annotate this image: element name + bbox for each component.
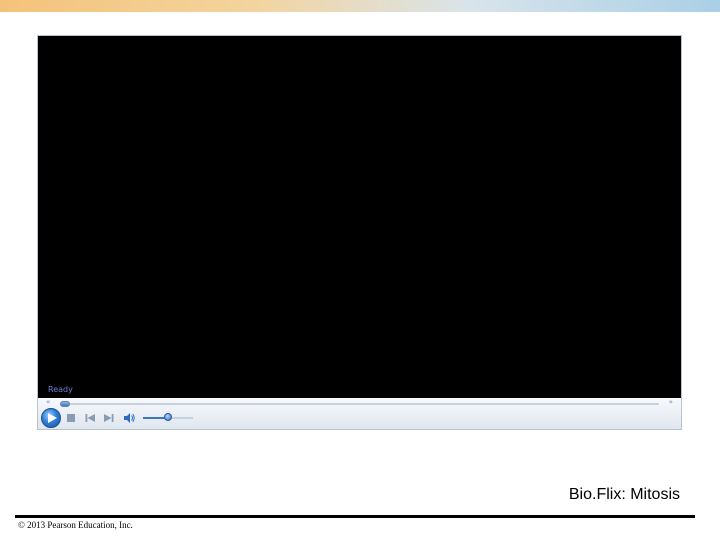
video-player: Ready « » [37,35,682,430]
seek-bar-thumb[interactable] [60,401,70,407]
skip-previous-icon[interactable] [84,412,96,424]
player-status-text: Ready [48,385,73,394]
play-icon [48,413,57,423]
top-decorative-band [0,0,720,12]
slide-title: Bio.Flix: Mitosis [568,486,680,503]
seek-bar-track[interactable] [60,403,659,405]
play-button[interactable] [41,408,61,428]
footer-divider [15,515,695,518]
seek-forward-icon[interactable]: » [669,398,673,406]
speaker-icon[interactable] [123,412,135,424]
video-display[interactable]: Ready [38,36,681,398]
skip-next-icon[interactable] [103,412,115,424]
copyright-notice: © 2013 Pearson Education, Inc. [18,520,133,530]
player-controls-bar: « » [38,398,681,429]
seek-bar-row: « » [38,398,681,408]
volume-slider-thumb[interactable] [164,413,172,421]
seek-rewind-icon[interactable]: « [46,398,50,406]
playback-buttons-row [38,408,681,428]
stop-icon[interactable] [65,412,77,424]
